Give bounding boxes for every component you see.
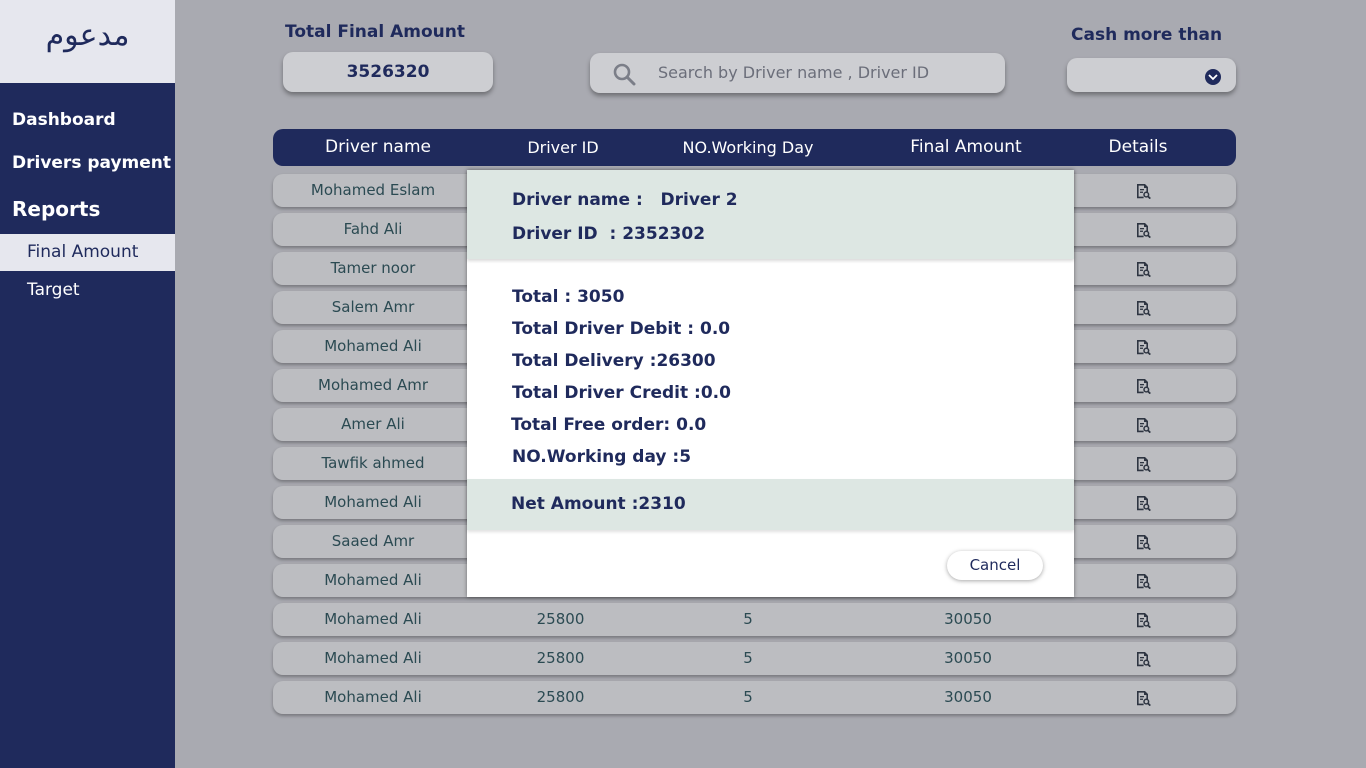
details-icon[interactable] bbox=[1135, 495, 1151, 511]
modal-net-band: Net Amount :2310 bbox=[467, 479, 1074, 530]
col-working-days: NO.Working Day bbox=[682, 138, 814, 157]
modal-total-driver-debit: Total Driver Debit : 0.0 bbox=[512, 319, 731, 339]
col-final-amount: Final Amount bbox=[910, 137, 1022, 157]
details-icon[interactable] bbox=[1135, 456, 1151, 472]
details-icon[interactable] bbox=[1135, 300, 1151, 316]
modal-total-free-order: Total Free order: 0.0 bbox=[511, 415, 707, 435]
details-icon[interactable] bbox=[1135, 222, 1151, 238]
table-row[interactable]: Mohamed Ali 25800 5 30050 bbox=[273, 603, 1236, 636]
working-days-cell: 5 bbox=[743, 649, 753, 667]
search-icon bbox=[613, 63, 636, 86]
search-placeholder: Search by Driver name , Driver ID bbox=[658, 63, 930, 82]
driver-name-cell: Mohamed Ali bbox=[324, 571, 422, 589]
search-input[interactable]: Search by Driver name , Driver ID bbox=[590, 53, 1005, 93]
nav-final-amount[interactable]: Final Amount bbox=[0, 234, 175, 271]
driver-name-cell: Fahd Ali bbox=[343, 220, 403, 238]
driver-name-cell: Mohamed Amr bbox=[318, 376, 428, 394]
driver-name-cell: Mohamed Ali bbox=[324, 337, 422, 355]
cash-more-than-label: Cash more than bbox=[1071, 25, 1223, 45]
nav-target[interactable]: Target bbox=[0, 272, 175, 309]
modal-driver-name: Driver name : Driver 2 bbox=[512, 190, 738, 210]
driver-name-cell: Saaed Amr bbox=[331, 532, 415, 550]
driver-name-cell: Mohamed Ali bbox=[324, 649, 422, 667]
total-final-amount-value: 3526320 bbox=[283, 52, 493, 92]
working-days-cell: 5 bbox=[743, 610, 753, 628]
cash-more-than-select[interactable] bbox=[1067, 58, 1236, 92]
sidebar: مدعوم Dashboard Drivers payment Reports … bbox=[0, 0, 175, 768]
working-days-cell: 5 bbox=[743, 688, 753, 706]
driver-name-cell: Salem Amr bbox=[331, 298, 415, 316]
details-icon[interactable] bbox=[1135, 417, 1151, 433]
details-icon[interactable] bbox=[1135, 534, 1151, 550]
modal-header: Driver name : Driver 2 Driver ID : 23523… bbox=[467, 170, 1074, 259]
details-icon[interactable] bbox=[1135, 612, 1151, 628]
driver-name-cell: Mohamed Ali bbox=[324, 688, 422, 706]
driver-name-cell: Mohamed Ali bbox=[324, 493, 422, 511]
driver-id-cell: 25800 bbox=[536, 649, 585, 667]
col-details: Details bbox=[1108, 137, 1168, 157]
driver-id-cell: 25800 bbox=[536, 610, 585, 628]
modal-net-amount: Net Amount :2310 bbox=[511, 494, 686, 514]
nav-drivers-payment[interactable]: Drivers payment bbox=[12, 153, 171, 173]
col-driver-name: Driver name bbox=[325, 137, 431, 157]
details-icon[interactable] bbox=[1135, 690, 1151, 706]
details-icon[interactable] bbox=[1135, 651, 1151, 667]
logo-area: مدعوم bbox=[0, 0, 175, 83]
col-driver-id: Driver ID bbox=[527, 138, 599, 157]
table-header: Driver name Driver ID NO.Working Day Fin… bbox=[273, 129, 1236, 166]
final-amount-cell: 30050 bbox=[944, 610, 992, 628]
modal-total: Total : 3050 bbox=[512, 287, 625, 307]
modal-driver-id: Driver ID : 2352302 bbox=[512, 224, 706, 244]
app-logo: مدعوم bbox=[45, 18, 130, 53]
driver-name-cell: Mohamed Eslam bbox=[310, 181, 436, 199]
table-row[interactable]: Mohamed Ali 25800 5 30050 bbox=[273, 642, 1236, 675]
driver-name-cell: Tamer noor bbox=[330, 259, 416, 277]
final-amount-cell: 30050 bbox=[944, 688, 992, 706]
modal-total-driver-credit: Total Driver Credit :0.0 bbox=[512, 383, 731, 403]
details-icon[interactable] bbox=[1135, 573, 1151, 589]
details-icon[interactable] bbox=[1135, 339, 1151, 355]
driver-name-cell: Tawfik ahmed bbox=[321, 454, 425, 472]
driver-name-cell: Mohamed Ali bbox=[324, 610, 422, 628]
modal-working-day: NO.Working day :5 bbox=[512, 447, 692, 467]
table-row[interactable]: Mohamed Ali 25800 5 30050 bbox=[273, 681, 1236, 714]
nav-dashboard[interactable]: Dashboard bbox=[12, 110, 116, 130]
driver-details-modal: Driver name : Driver 2 Driver ID : 23523… bbox=[467, 170, 1074, 597]
cancel-button[interactable]: Cancel bbox=[947, 551, 1043, 580]
details-icon[interactable] bbox=[1135, 378, 1151, 394]
driver-name-cell: Amer Ali bbox=[341, 415, 405, 433]
details-icon[interactable] bbox=[1135, 183, 1151, 199]
total-final-amount-label: Total Final Amount bbox=[285, 22, 466, 42]
final-amount-cell: 30050 bbox=[944, 649, 992, 667]
modal-total-delivery: Total Delivery :26300 bbox=[512, 351, 716, 371]
details-icon[interactable] bbox=[1135, 261, 1151, 277]
nav-reports[interactable]: Reports bbox=[12, 197, 100, 221]
chevron-down-icon[interactable] bbox=[1205, 69, 1221, 85]
driver-id-cell: 25800 bbox=[536, 688, 585, 706]
